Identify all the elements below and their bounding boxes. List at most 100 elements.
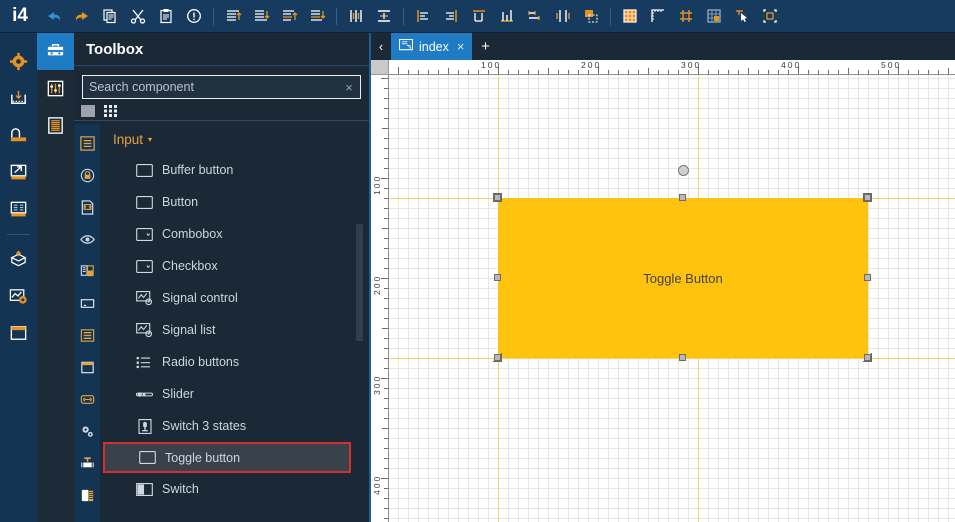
component-item[interactable]: Switch — [100, 473, 369, 505]
align-left-icon[interactable] — [410, 3, 436, 29]
component-item[interactable]: Signal list — [100, 314, 369, 346]
resize-handle-e[interactable] — [864, 274, 871, 281]
fit-selection-icon[interactable] — [757, 3, 783, 29]
ruler-tick — [628, 70, 629, 74]
ruler-label: 300 — [372, 374, 382, 395]
sidebar-item-panel-icon[interactable] — [0, 315, 37, 352]
copy-icon[interactable] — [97, 3, 123, 29]
ruler-corner — [371, 60, 389, 75]
cut-icon[interactable] — [125, 3, 151, 29]
ruler-tick — [948, 68, 949, 74]
sidebar-divider — [7, 234, 30, 235]
canvas-grid[interactable]: Toggle Button — [389, 75, 955, 522]
align-right-icon[interactable] — [438, 3, 464, 29]
sidebar-item-toolbox[interactable] — [37, 33, 74, 70]
rect-button-icon — [136, 195, 153, 210]
component-item[interactable]: Combobox — [100, 218, 369, 250]
category-library-icon[interactable] — [74, 255, 100, 287]
ruler-label: 100 — [481, 60, 502, 70]
search-box[interactable]: × — [82, 75, 361, 99]
same-width-icon[interactable] — [522, 3, 548, 29]
sidebar-item-import-icon[interactable] — [0, 80, 37, 117]
category-list-icon[interactable] — [74, 319, 100, 351]
resize-handle-nw[interactable] — [494, 194, 501, 201]
list-view-icon[interactable] — [81, 105, 95, 117]
resize-handle-s[interactable] — [679, 354, 686, 361]
snap-cursor-icon[interactable] — [729, 3, 755, 29]
component-item[interactable]: Switch 3 states — [100, 410, 369, 442]
category-tank-icon[interactable] — [74, 479, 100, 511]
ruler-label: 400 — [781, 60, 802, 70]
distribute-vertical-icon[interactable] — [371, 3, 397, 29]
distribute-horizontal-icon[interactable] — [343, 3, 369, 29]
chevron-down-icon[interactable]: ▾ — [148, 135, 152, 144]
component-item[interactable]: Checkbox — [100, 250, 369, 282]
align-right-edge-icon[interactable] — [304, 3, 330, 29]
horizontal-ruler[interactable]: 100 200 300 400 500 — [389, 60, 955, 75]
ruler-tick — [658, 70, 659, 74]
tab-close-icon[interactable]: × — [457, 39, 465, 54]
align-bottom-icon[interactable] — [248, 3, 274, 29]
tab-scroll-left-icon[interactable]: ‹ — [371, 33, 391, 60]
resize-handle-sw[interactable] — [494, 354, 501, 361]
tab-index[interactable]: index × — [391, 33, 473, 60]
snap-grid-icon[interactable] — [701, 3, 727, 29]
toggle-button-widget[interactable]: Toggle Button — [498, 198, 868, 358]
search-input[interactable] — [83, 76, 338, 98]
category-container-icon[interactable] — [74, 351, 100, 383]
component-item[interactable]: Slider — [100, 378, 369, 410]
sidebar-item-settings-icon[interactable] — [0, 43, 37, 80]
ruler-tick — [788, 70, 789, 74]
category-link-icon[interactable] — [74, 383, 100, 415]
error-icon[interactable] — [181, 3, 207, 29]
rotation-handle[interactable] — [677, 165, 689, 176]
grid-icon[interactable] — [617, 3, 643, 29]
sidebar-item-report-icon[interactable] — [0, 191, 37, 228]
resize-handle-ne[interactable] — [864, 194, 871, 201]
sidebar-item-archive-icon[interactable] — [0, 117, 37, 154]
component-item-selected[interactable]: Toggle button — [103, 442, 351, 473]
category-security-icon[interactable] — [74, 159, 100, 191]
paste-icon[interactable] — [153, 3, 179, 29]
category-document-icon[interactable] — [74, 191, 100, 223]
ruler-icon[interactable] — [645, 3, 671, 29]
ruler-tick — [384, 368, 388, 369]
ruler-tick — [838, 70, 839, 74]
resize-handle-se[interactable] — [864, 354, 871, 361]
design-canvas[interactable]: 100 200 300 400 500 100 200 300 400 Toggle Butt… — [371, 60, 955, 522]
sidebar-item-export-icon[interactable] — [0, 154, 37, 191]
align-left-edge-icon[interactable] — [276, 3, 302, 29]
category-input-icon[interactable] — [74, 287, 100, 319]
category-gears-icon[interactable] — [74, 415, 100, 447]
component-item[interactable]: Buffer button — [100, 154, 369, 186]
sidebar-item-trend-config-icon[interactable] — [0, 278, 37, 315]
component-group-input[interactable]: Input ▾ — [100, 124, 369, 154]
align-top-icon[interactable] — [220, 3, 246, 29]
vertical-ruler[interactable]: 100 200 300 400 — [371, 75, 389, 522]
category-visibility-icon[interactable] — [74, 223, 100, 255]
component-item[interactable]: Signal control — [100, 282, 369, 314]
add-tab-button[interactable]: + — [472, 33, 498, 60]
redo-icon[interactable] — [69, 3, 95, 29]
sidebar-item-properties[interactable] — [37, 70, 74, 107]
resize-handle-w[interactable] — [494, 274, 501, 281]
resize-handle-n[interactable] — [679, 194, 686, 201]
sidebar-item-deploy-icon[interactable] — [0, 241, 37, 278]
category-all-icon[interactable] — [74, 127, 100, 159]
group-icon[interactable] — [578, 3, 604, 29]
same-height-icon[interactable] — [550, 3, 576, 29]
toolbar-separator-4 — [610, 7, 611, 25]
grid-view-icon[interactable] — [104, 105, 117, 117]
component-label: Toggle button — [165, 450, 241, 465]
align-center-vertical-icon[interactable] — [466, 3, 492, 29]
align-bottom-edge-icon[interactable] — [494, 3, 520, 29]
search-clear-icon[interactable]: × — [338, 80, 360, 95]
group-label: Input — [113, 132, 144, 147]
component-item[interactable]: Button — [100, 186, 369, 218]
sidebar-item-structure[interactable] — [37, 107, 74, 144]
undo-icon[interactable] — [41, 3, 67, 29]
component-item[interactable]: Radio buttons — [100, 346, 369, 378]
guides-icon[interactable] — [673, 3, 699, 29]
component-list-scrollbar[interactable] — [356, 224, 363, 341]
category-valve-icon[interactable] — [74, 447, 100, 479]
